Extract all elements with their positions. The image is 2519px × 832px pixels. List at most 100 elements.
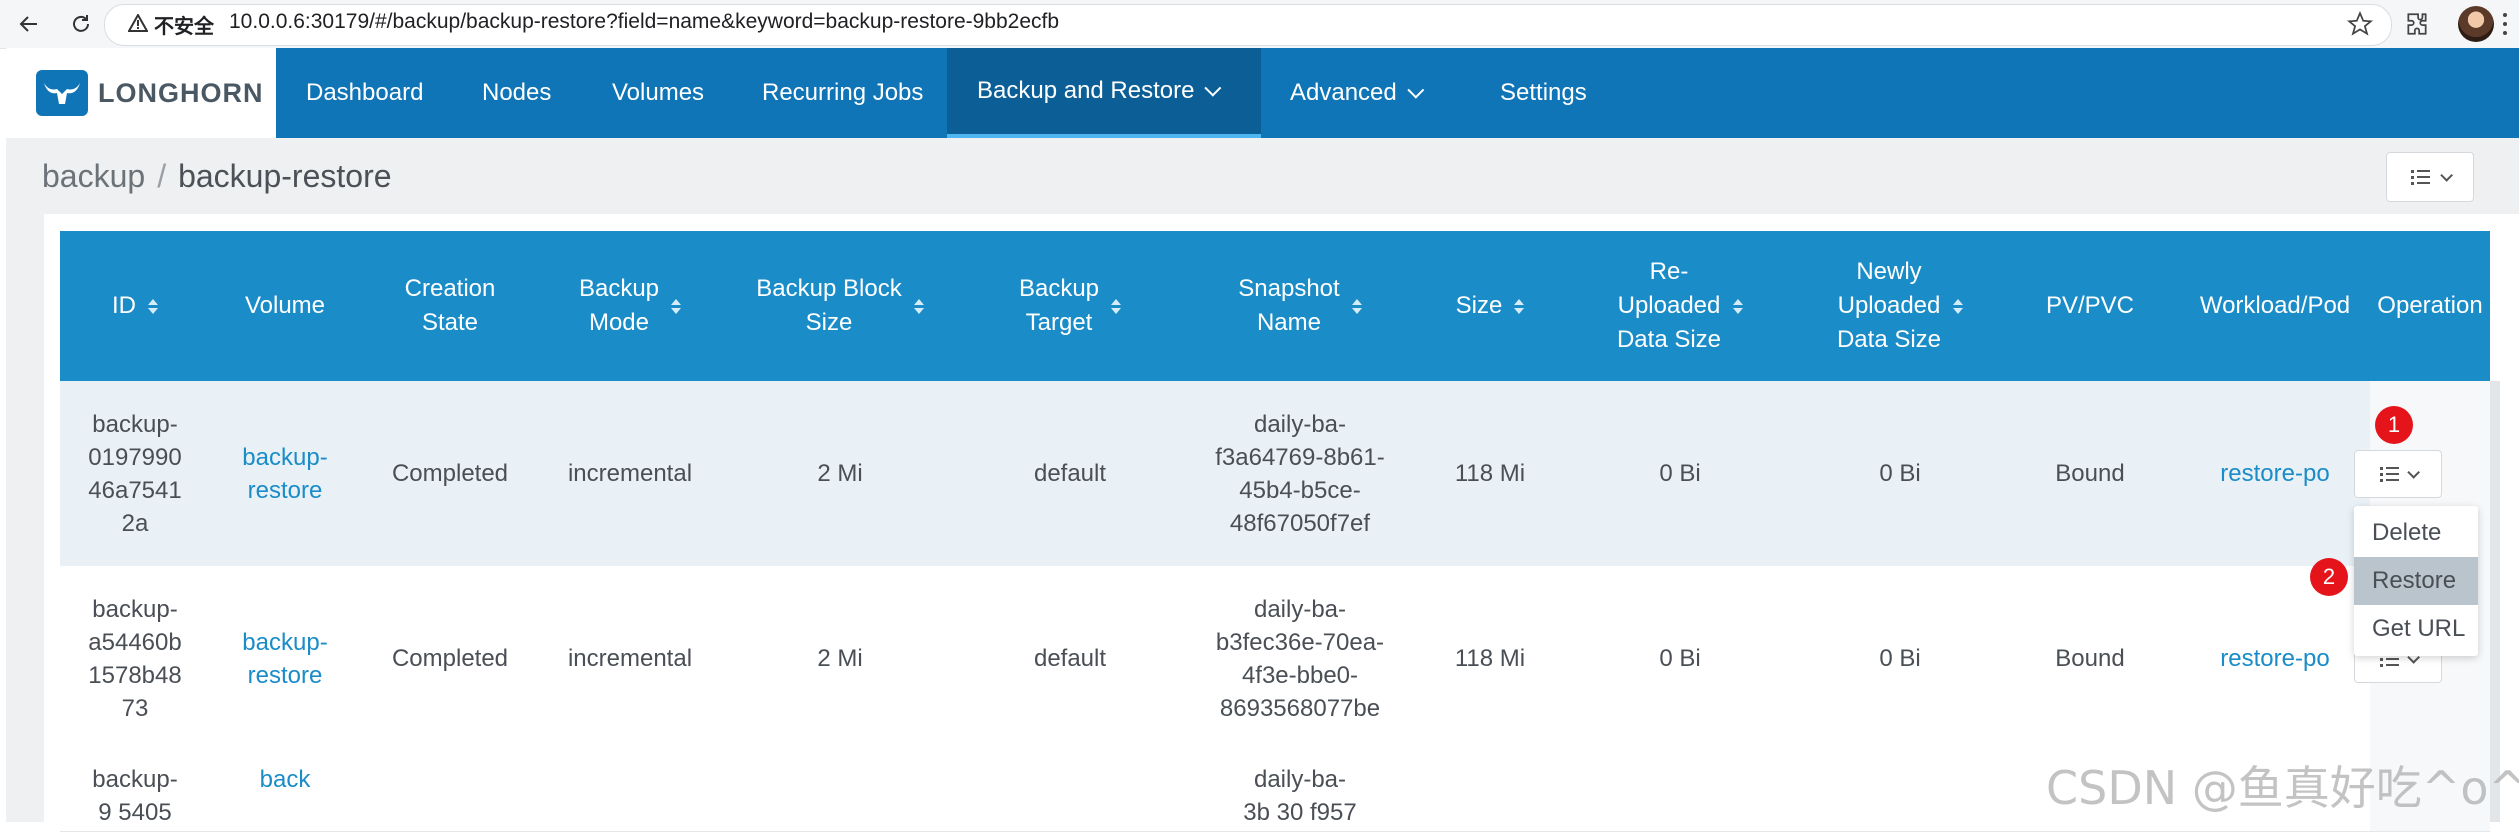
column-header-label: Size — [1455, 292, 1503, 319]
cell-backup-mode: incremental — [567, 460, 693, 487]
warning-icon[interactable] — [127, 12, 149, 37]
column-header-id[interactable]: ID — [60, 231, 210, 381]
watermark: CSDN @鱼真好吃^o^ — [2046, 761, 2519, 815]
cell-pv-pvc: Bound — [2055, 645, 2125, 672]
cell-block-size: 2 Mi — [817, 460, 863, 487]
cell-volume[interactable]: backup- restore — [210, 381, 360, 566]
nav-advanced[interactable]: Advanced — [1290, 48, 1425, 138]
cell-snapshot-name: daily-ba- 3b 30 f957 — [1180, 751, 1420, 831]
sort-icon[interactable] — [1733, 298, 1744, 314]
column-header-creation-state[interactable]: Creation State — [360, 231, 540, 381]
cell-backup-mode: incremental — [567, 645, 693, 672]
longhorn-logo-icon — [36, 70, 88, 116]
backup-id: backup- 0197990 46a7541 2a — [88, 410, 182, 537]
row-operation-button[interactable] — [2354, 450, 2442, 498]
cell-snapshot-name: daily-ba- f3a64769-8b61- 45b4-b5ce- 48f6… — [1180, 381, 1420, 566]
column-header-backup-block-size[interactable]: Backup Block Size — [720, 231, 960, 381]
table-row[interactable]: backup- a54460b 1578b48 73 backup- resto… — [60, 566, 2490, 752]
cell-snapshot-name: daily-ba- b3fec36e-70ea- 4f3e-bbe0- 8693… — [1180, 566, 1420, 751]
volume-link[interactable]: backup- restore — [242, 441, 327, 507]
sort-icon[interactable] — [148, 298, 158, 314]
cell-backup-target: default — [1033, 460, 1107, 487]
cell-id: backup- 0197990 46a7541 2a — [60, 381, 210, 566]
cell-volume[interactable]: backup- restore — [210, 566, 360, 751]
sort-icon[interactable] — [913, 298, 924, 314]
column-header-operation: Operation — [2370, 231, 2490, 381]
cell-volume[interactable]: back — [210, 751, 360, 831]
extensions-icon[interactable] — [2400, 7, 2434, 41]
column-header-label: Volume — [244, 292, 326, 319]
breadcrumb-current: backup-restore — [178, 158, 392, 194]
column-settings-button[interactable] — [2386, 152, 2474, 202]
menu-item-restore[interactable]: Restore — [2354, 557, 2478, 605]
column-header-label: Backup Mode — [578, 275, 660, 336]
sort-icon[interactable] — [1514, 298, 1525, 314]
sort-icon[interactable] — [1351, 298, 1362, 314]
nav-dashboard[interactable]: Dashboard — [306, 48, 423, 138]
reload-icon[interactable] — [64, 7, 98, 41]
column-header-label: Snapshot Name — [1238, 275, 1340, 336]
bookmark-star-icon[interactable] — [2343, 7, 2377, 41]
column-header-label: Creation State — [404, 275, 496, 336]
column-header-size[interactable]: Size — [1420, 231, 1560, 381]
cell-reuploaded-size: 0 Bi — [1659, 460, 1701, 487]
column-header-label: Newly Uploaded Data Size — [1836, 258, 1942, 353]
column-header-newly-uploaded-size[interactable]: Newly Uploaded Data Size — [1800, 231, 2000, 381]
table-header: ID Volume Creation State Backup Mode Bac… — [60, 231, 2490, 381]
column-header-pv-pvc[interactable]: PV/PVC — [2000, 231, 2180, 381]
browser-toolbar: 不安全 10.0.0.6:30179/#/backup/backup-resto… — [0, 0, 2519, 49]
backup-id: backup- 9 5405 — [92, 766, 178, 826]
nav-nodes[interactable]: Nodes — [482, 48, 551, 138]
chevron-down-icon — [2440, 168, 2453, 182]
annotation-badge-1: 1 — [2375, 406, 2413, 444]
nav-recurring-jobs[interactable]: Recurring Jobs — [762, 48, 923, 138]
cell-creation-state: Completed — [391, 460, 509, 487]
nav-settings[interactable]: Settings — [1500, 48, 1587, 138]
browser-menu-icon[interactable] — [2494, 8, 2516, 40]
chevron-down-icon — [1407, 81, 1425, 99]
column-header-label: Operation — [2377, 292, 2483, 319]
cell-reuploaded-size: 0 Bi — [1659, 645, 1701, 672]
column-header-label: PV/PVC — [2045, 292, 2135, 319]
menu-item-get-url[interactable]: Get URL — [2354, 605, 2478, 653]
breadcrumb-parent[interactable]: backup — [42, 158, 145, 194]
profile-avatar[interactable] — [2458, 6, 2494, 42]
nav-backup-and-restore[interactable]: Backup and Restore — [947, 48, 1261, 138]
backup-id: backup- a54460b 1578b48 73 — [88, 595, 182, 722]
brand-name: LONGHORN — [98, 77, 264, 108]
cell-size: 118 Mi — [1454, 645, 1526, 672]
chevron-down-icon — [2407, 465, 2420, 479]
table-row[interactable]: backup- 0197990 46a7541 2a backup- resto… — [60, 381, 2490, 567]
list-icon — [2411, 170, 2430, 185]
column-header-volume[interactable]: Volume — [210, 231, 360, 381]
cell-workload-pod[interactable]: restore-po — [2180, 566, 2370, 751]
volume-link[interactable]: back — [260, 763, 311, 796]
sort-icon[interactable] — [671, 298, 682, 314]
nav-volumes[interactable]: Volumes — [612, 48, 704, 138]
snapshot-name: daily-ba- f3a64769-8b61- 45b4-b5ce- 48f6… — [1215, 410, 1385, 537]
logo[interactable]: LONGHORN — [6, 48, 276, 138]
sort-icon[interactable] — [1953, 298, 1964, 314]
sort-icon[interactable] — [1111, 298, 1122, 314]
chevron-down-icon — [1204, 79, 1222, 97]
app-header: LONGHORN Dashboard Nodes Volumes Recurri… — [6, 48, 2519, 138]
snapshot-name: daily-ba- 3b 30 f957 — [1243, 766, 1357, 826]
column-header-reuploaded-size[interactable]: Re- Uploaded Data Size — [1560, 231, 1800, 381]
list-icon — [2380, 467, 2399, 482]
security-label[interactable]: 不安全 — [154, 10, 214, 39]
menu-item-delete[interactable]: Delete — [2354, 509, 2478, 557]
cell-backup-target: default — [1033, 645, 1107, 672]
column-header-backup-target[interactable]: Backup Target — [960, 231, 1180, 381]
volume-link[interactable]: backup- restore — [242, 626, 327, 692]
column-header-backup-mode[interactable]: Backup Mode — [540, 231, 720, 381]
column-header-label: ID — [112, 292, 136, 319]
nav-backup-and-restore-label: Backup and Restore — [977, 77, 1195, 104]
column-header-label: Re- Uploaded Data Size — [1616, 258, 1722, 353]
cell-size: 118 Mi — [1454, 460, 1526, 487]
column-header-label: Backup Block Size — [756, 275, 902, 336]
back-arrow-icon[interactable] — [12, 7, 46, 41]
column-header-snapshot-name[interactable]: Snapshot Name — [1180, 231, 1420, 381]
column-header-workload-pod[interactable]: Workload/Pod — [2180, 231, 2370, 381]
cell-workload-pod[interactable]: restore-po — [2180, 381, 2370, 566]
url-text[interactable]: 10.0.0.6:30179/#/backup/backup-restore?f… — [229, 10, 1059, 34]
